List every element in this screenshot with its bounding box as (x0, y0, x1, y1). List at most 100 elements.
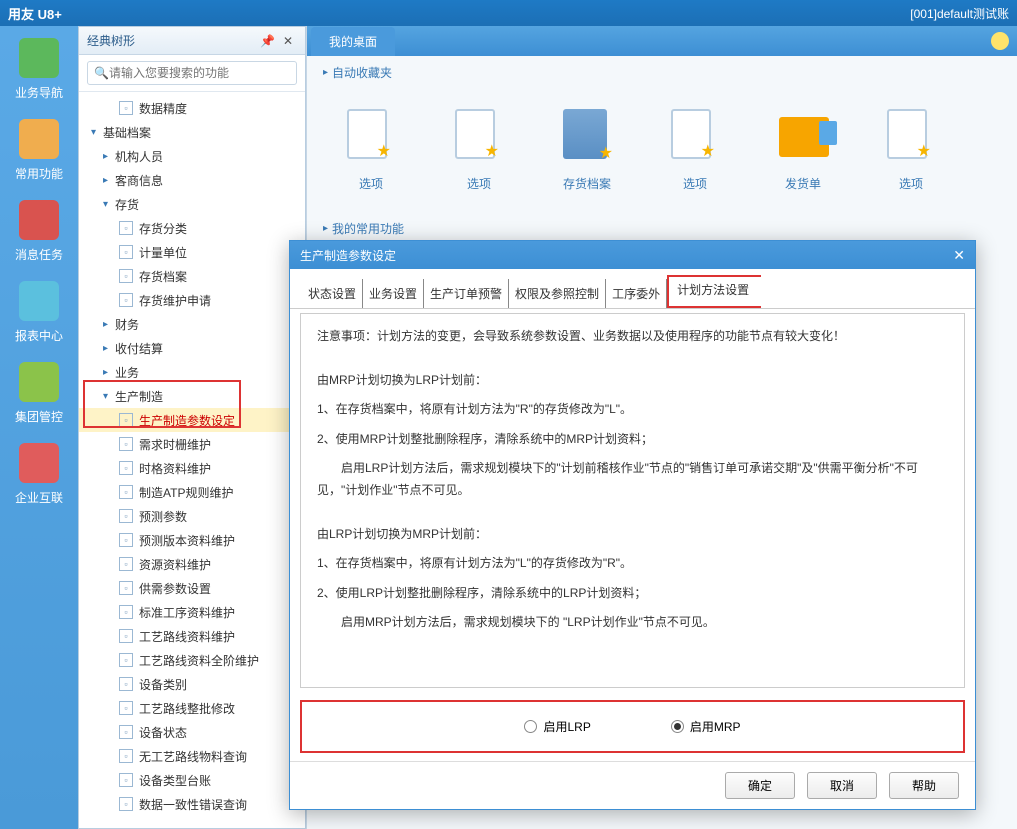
tree-leaf[interactable]: ▫制造ATP规则维护 (79, 480, 305, 504)
tree-panel: 经典树形 📌 ✕ 🔍 ▫数据精度 ▾基础档案 ▸机构人员 ▸客商信息 ▾存货 ▫… (78, 26, 306, 829)
body-text: 1、在存货档案中，将原有计划方法为"R"的存货修改为"L"。 (317, 399, 948, 421)
tree-leaf[interactable]: ▫标准工序资料维护 (79, 600, 305, 624)
tree-leaf[interactable]: ▫资源资料维护 (79, 552, 305, 576)
tree-leaf[interactable]: ▫数据精度 (79, 96, 305, 120)
launch-item[interactable]: 选项 (455, 109, 503, 192)
tree-branch[interactable]: ▸客商信息 (79, 168, 305, 192)
doc-icon: ▫ (119, 725, 133, 739)
tab-business[interactable]: 业务设置 (363, 279, 424, 308)
launch-item[interactable]: 发货单 (779, 109, 827, 192)
tree-leaf[interactable]: ▫存货档案 (79, 264, 305, 288)
tab-plan-method[interactable]: 计划方法设置 (667, 275, 761, 308)
tree-leaf[interactable]: ▫预测参数 (79, 504, 305, 528)
tab-order-alert[interactable]: 生产订单预警 (424, 279, 509, 308)
body-text: 2、使用MRP计划整批删除程序，清除系统中的MRP计划资料； (317, 429, 948, 451)
launch-item[interactable]: 存货档案 (563, 109, 611, 192)
tree-leaf[interactable]: ▫设备类别 (79, 672, 305, 696)
tree: ▫数据精度 ▾基础档案 ▸机构人员 ▸客商信息 ▾存货 ▫存货分类 ▫计量单位 … (79, 92, 305, 828)
launch-item[interactable]: 选项 (887, 109, 935, 192)
tree-header: 经典树形 📌 ✕ (79, 27, 305, 55)
tree-leaf[interactable]: ▫预测版本资料维护 (79, 528, 305, 552)
doc-icon: ▫ (119, 413, 133, 427)
radio-icon (524, 720, 537, 733)
sidebar-item-report[interactable]: 报表中心 (15, 281, 63, 344)
doc-icon: ▫ (119, 605, 133, 619)
app-name: 用友 U8+ (8, 4, 62, 23)
radio-enable-mrp[interactable]: 启用MRP (671, 718, 741, 735)
doc-icon: ▫ (119, 269, 133, 283)
body-text: 2、使用LRP计划整批删除程序，清除系统中的LRP计划资料； (317, 583, 948, 605)
sidebar-item-group[interactable]: 集团管控 (15, 362, 63, 425)
doc-icon: ▫ (119, 653, 133, 667)
dialog-close-button[interactable]: ✕ (953, 247, 965, 264)
dialog-footer: 确定 取消 帮助 (290, 761, 975, 809)
doc-icon: ▫ (119, 485, 133, 499)
search-icon: 🔍 (94, 66, 109, 80)
tab-outsource[interactable]: 工序委外 (606, 279, 667, 308)
doc-icon: ▫ (119, 101, 133, 115)
caret-down-icon: ▾ (91, 127, 103, 138)
desktop-tabbar: 我的桌面 (307, 26, 1017, 56)
doc-icon: ▫ (119, 557, 133, 571)
tree-leaf[interactable]: ▫工艺路线资料维护 (79, 624, 305, 648)
caret-right-icon: ▸ (323, 67, 328, 78)
dialog-title-text: 生产制造参数设定 (300, 247, 396, 264)
help-button[interactable]: 帮助 (889, 772, 959, 799)
archive-icon (563, 109, 607, 159)
search-box[interactable]: 🔍 (87, 61, 297, 85)
sidebar-item-msg[interactable]: 消息任务 (15, 200, 63, 263)
launch-item[interactable]: 选项 (671, 109, 719, 192)
radio-checked-icon (671, 720, 684, 733)
caret-down-icon: ▾ (103, 391, 115, 402)
sidebar-item-common[interactable]: 常用功能 (15, 119, 63, 182)
tree-branch[interactable]: ▾存货 (79, 192, 305, 216)
body-text: 1、在存货档案中，将原有计划方法为"L"的存货修改为"R"。 (317, 553, 948, 575)
tree-leaf[interactable]: ▫供需参数设置 (79, 576, 305, 600)
pin-icon[interactable]: 📌 (256, 34, 279, 48)
tree-leaf[interactable]: ▫无工艺路线物料查询 (79, 744, 305, 768)
tree-leaf-mfg-params[interactable]: ▫生产制造参数设定 (79, 408, 305, 432)
tree-leaf[interactable]: ▫工艺路线整批修改 (79, 696, 305, 720)
tab-my-desktop[interactable]: 我的桌面 (311, 27, 395, 56)
caret-right-icon: ▸ (323, 223, 328, 234)
auto-favorites-header[interactable]: ▸自动收藏夹 (307, 56, 1017, 89)
launch-item[interactable]: 选项 (347, 109, 395, 192)
tree-leaf[interactable]: ▫存货维护申请 (79, 288, 305, 312)
sidebar-item-nav[interactable]: 业务导航 (15, 38, 63, 101)
tree-branch[interactable]: ▾基础档案 (79, 120, 305, 144)
ok-button[interactable]: 确定 (725, 772, 795, 799)
search-input[interactable] (109, 66, 290, 80)
tree-branch[interactable]: ▸业务 (79, 360, 305, 384)
tab-status[interactable]: 状态设置 (302, 279, 363, 308)
body-text: 启用LRP计划方法后，需求规划模块下的"计划前稽核作业"节点的"销售订单可承诺交… (317, 458, 948, 501)
tree-leaf[interactable]: ▫存货分类 (79, 216, 305, 240)
tab-permission[interactable]: 权限及参照控制 (509, 279, 606, 308)
tree-leaf[interactable]: ▫数据一致性错误查询 (79, 792, 305, 816)
caret-right-icon: ▸ (103, 343, 115, 354)
cancel-button[interactable]: 取消 (807, 772, 877, 799)
close-icon[interactable]: ✕ (279, 34, 297, 48)
tree-branch[interactable]: ▸财务 (79, 312, 305, 336)
tree-leaf[interactable]: ▫需求时栅维护 (79, 432, 305, 456)
tree-branch-production[interactable]: ▾生产制造 (79, 384, 305, 408)
tree-branch[interactable]: ▸收付结算 (79, 336, 305, 360)
doc-icon: ▫ (119, 437, 133, 451)
app-titlebar: 用友 U8+ [001]default测试账 (0, 0, 1017, 26)
tree-leaf[interactable]: ▫计量单位 (79, 240, 305, 264)
tree-leaf[interactable]: ▫设备类型台账 (79, 768, 305, 792)
doc-star-icon (347, 109, 387, 159)
account-info: [001]default测试账 (910, 5, 1009, 22)
radio-enable-lrp[interactable]: 启用LRP (524, 718, 590, 735)
notice-text: 注意事项：计划方法的变更，会导致系统参数设置、业务数据以及使用程序的功能节点有较… (317, 326, 948, 348)
sidebar-item-enterprise[interactable]: 企业互联 (15, 443, 63, 506)
dialog-titlebar: 生产制造参数设定 ✕ (290, 241, 975, 269)
tree-leaf[interactable]: ▫时格资料维护 (79, 456, 305, 480)
tree-leaf[interactable]: ▫工艺路线资料全阶维护 (79, 648, 305, 672)
tree-branch[interactable]: ▸机构人员 (79, 144, 305, 168)
caret-down-icon: ▾ (103, 199, 115, 210)
doc-icon: ▫ (119, 461, 133, 475)
doc-icon: ▫ (119, 293, 133, 307)
tree-leaf[interactable]: ▫设备状态 (79, 720, 305, 744)
doc-icon: ▫ (119, 533, 133, 547)
smiley-icon[interactable] (991, 32, 1009, 50)
